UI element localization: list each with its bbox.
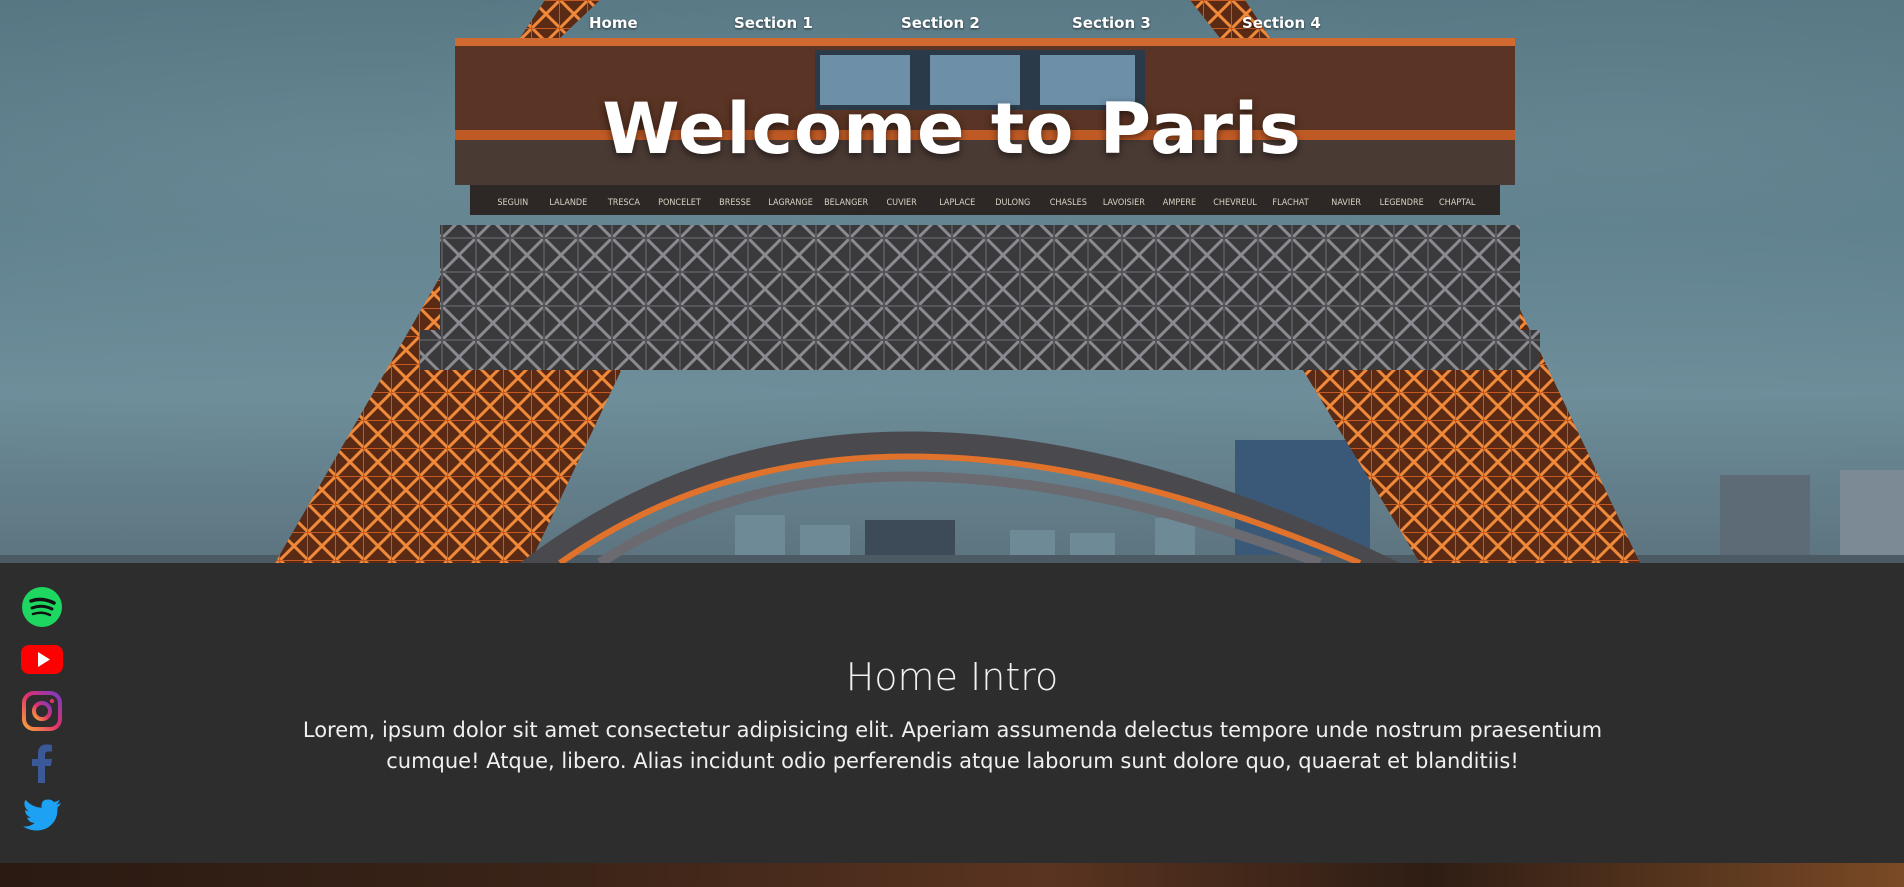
- eiffel-tower-photo: SEGUIN LALANDE TRESCA PONCELET BRESSE LAGRANG…: [0, 0, 1904, 563]
- plaque-name: LAGRANGE: [768, 198, 813, 208]
- plaque-name: CHASLES: [1050, 198, 1087, 208]
- nav-section-3[interactable]: Section 3: [1072, 14, 1151, 32]
- plaque-name: LAVOISIER: [1103, 198, 1145, 208]
- plaque-name: CHAPTAL: [1439, 198, 1476, 208]
- youtube-icon[interactable]: [20, 637, 64, 681]
- plaque-name: LALANDE: [549, 198, 587, 208]
- section-heading: Home Intro: [845, 655, 1059, 699]
- plaque-name: CUVIER: [887, 198, 918, 208]
- plaque-name: AMPERE: [1163, 198, 1196, 208]
- plaque-name: SEGUIN: [497, 198, 528, 208]
- plaque-name: CHEVREUL: [1213, 198, 1257, 208]
- intro-paragraph: Lorem, ipsum dolor sit amet consectetur …: [302, 718, 1603, 773]
- nav-section-2[interactable]: Section 2: [901, 14, 980, 32]
- plaque-name: BELANGER: [824, 198, 868, 208]
- twitter-icon[interactable]: [20, 793, 64, 837]
- nav-section-4[interactable]: Section 4: [1242, 14, 1321, 32]
- nav-home[interactable]: Home: [589, 14, 638, 32]
- spotify-icon[interactable]: [20, 585, 64, 629]
- footer-photo-strip: [0, 863, 1904, 887]
- plaque-name: LAPLACE: [939, 198, 975, 208]
- instagram-icon[interactable]: [20, 689, 64, 733]
- top-navigation: Home Section 1 Section 2 Section 3 Secti…: [0, 14, 1904, 36]
- plaque-name: TRESCA: [607, 198, 640, 208]
- plaque-name: BRESSE: [719, 198, 751, 208]
- nav-section-1[interactable]: Section 1: [734, 14, 813, 32]
- plaque-name: PONCELET: [658, 198, 701, 208]
- hero-banner: SEGUIN LALANDE TRESCA PONCELET BRESSE LAGRANG…: [0, 0, 1904, 563]
- plaque-name: FLACHAT: [1272, 198, 1308, 208]
- plaque-name: LEGENDRE: [1380, 198, 1424, 208]
- plaque-name: NAVIER: [1331, 198, 1361, 208]
- facebook-icon[interactable]: [20, 741, 64, 785]
- home-intro-section: Home Intro Lorem, ipsum dolor sit amet c…: [0, 563, 1904, 863]
- page-title: Welcome to Paris: [602, 88, 1302, 170]
- plaque-name: DULONG: [995, 198, 1030, 208]
